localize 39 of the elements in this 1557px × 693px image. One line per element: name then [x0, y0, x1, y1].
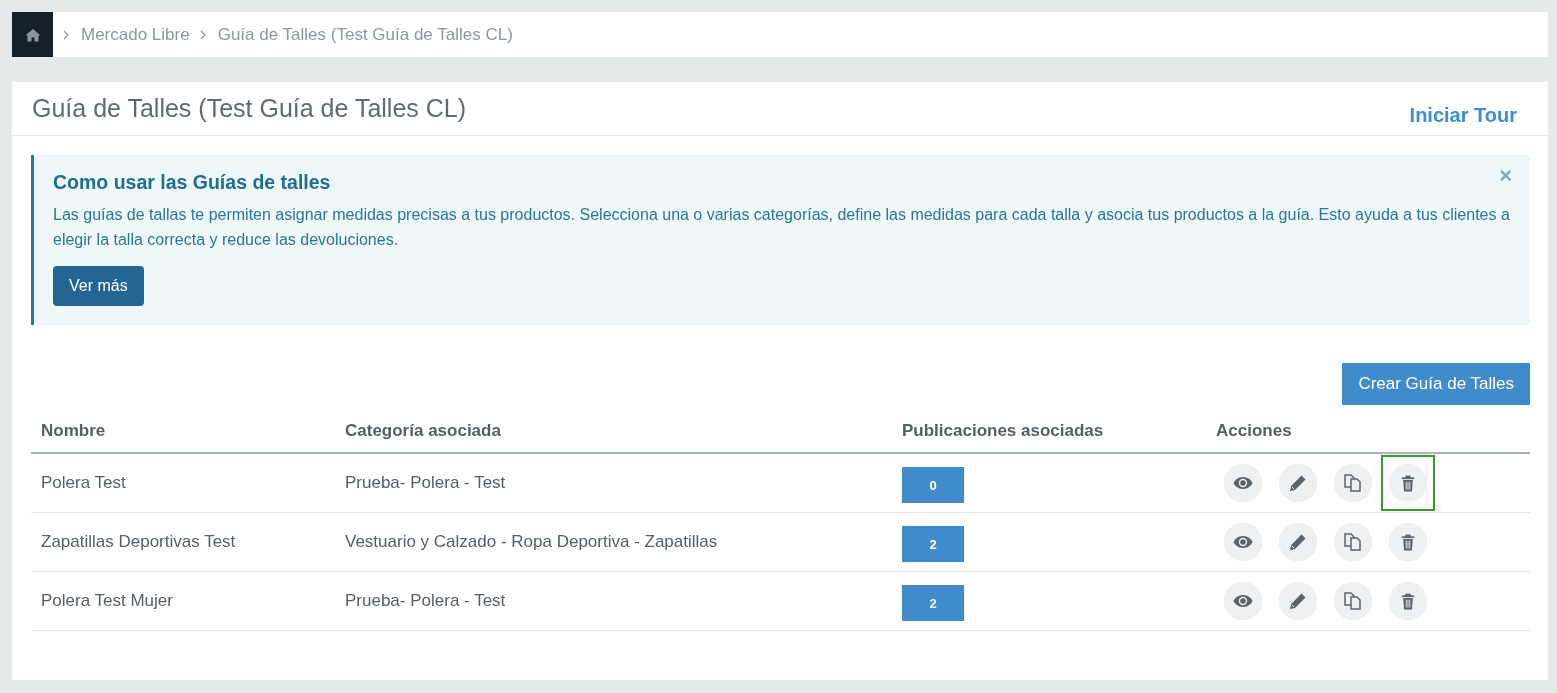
pencil-icon	[1289, 474, 1307, 492]
delete-button[interactable]	[1381, 455, 1435, 511]
pencil-icon	[1289, 533, 1307, 551]
column-header: Publicaciones asociadas	[892, 409, 1206, 453]
alert-text: Las guías de tallas te permiten asignar medidas precisas a tus productos. Selecciona una o varias categorías, define las medidas para cada talla y asocia tus productos a la guía. Esto ayuda a tus clientes a elegir la talla correcta y reduce las devoluciones.	[53, 205, 1510, 250]
trash-icon	[1401, 474, 1415, 492]
table-cell: Vestuario y Calzado - Ropa Deportiva - Zapatillas	[335, 512, 892, 572]
alert-title: Como usar las Guías de talles	[53, 171, 331, 194]
column-header: Acciones	[1206, 409, 1530, 453]
trash-icon	[1401, 533, 1415, 551]
breadcrumb-link[interactable]: Mercado Libre	[81, 24, 190, 45]
count-badge: 2	[902, 585, 964, 621]
pencil-icon	[1289, 592, 1307, 610]
copy-icon	[1343, 532, 1363, 552]
table-cell: Prueba- Polera - Test	[335, 571, 892, 631]
create-button[interactable]: Crear Guía de Talles	[1342, 363, 1530, 405]
copy-icon	[1343, 473, 1363, 493]
copy-icon	[1343, 591, 1363, 611]
close-button[interactable]: ×	[1499, 165, 1512, 187]
count-badge: 2	[902, 526, 964, 562]
breadcrumb-link[interactable]: Guía de Talles (Test Guía de Talles CL)	[217, 24, 513, 45]
eye-icon	[1233, 535, 1253, 549]
chevron-icon	[63, 29, 69, 40]
column-header: Nombre	[31, 409, 335, 453]
more-button[interactable]: Ver más	[53, 266, 144, 306]
eye-icon	[1233, 594, 1253, 608]
chevron-icon	[199, 29, 206, 40]
table-cell: Prueba- Polera - Test	[335, 453, 892, 513]
table-cell: Zapatillas Deportivas Test	[31, 512, 335, 572]
trash-icon	[1401, 592, 1415, 610]
eye-icon	[1233, 476, 1253, 490]
home-icon	[24, 27, 41, 42]
count-badge: 0	[902, 467, 964, 503]
column-header: Categoría asociada	[335, 409, 892, 453]
table-cell: Polera Test	[31, 453, 335, 513]
page-title: Guía de Talles (Test Guía de Talles CL)	[32, 94, 467, 123]
home-button[interactable]	[12, 12, 53, 57]
tour-link[interactable]: Iniciar Tour	[1409, 104, 1517, 127]
table-cell: Polera Test Mujer	[31, 571, 335, 631]
